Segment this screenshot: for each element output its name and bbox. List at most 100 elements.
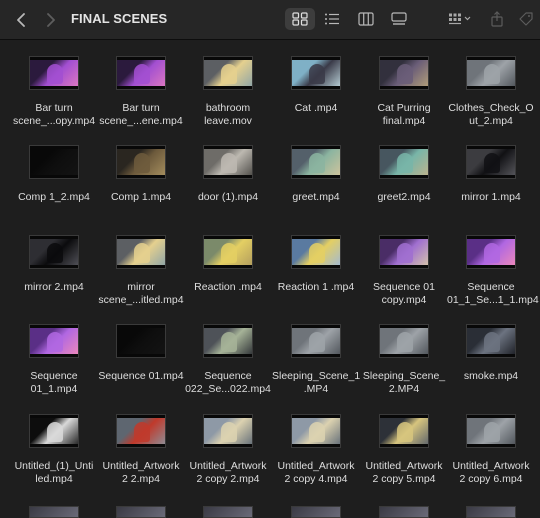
icon-view-button[interactable] bbox=[285, 8, 315, 30]
back-button[interactable] bbox=[10, 8, 34, 32]
list-view-button[interactable] bbox=[317, 8, 347, 30]
video-thumbnail bbox=[116, 235, 166, 269]
file-name: Sequence 01_1.mp4 bbox=[30, 370, 78, 395]
video-thumbnail bbox=[291, 145, 341, 179]
file-name: bathroom leave.mov bbox=[204, 102, 252, 127]
file-name: Bar turn scene_...opy.mp4 bbox=[12, 102, 96, 127]
file-name: Clothes_Check_O ut_2.mp4 bbox=[448, 102, 534, 127]
file-name: mirror 2.mp4 bbox=[24, 281, 84, 293]
file-item[interactable]: Clothes_Check_O ut_2.mp4 bbox=[447, 56, 535, 142]
file-name: Cat Purring final.mp4 bbox=[377, 102, 431, 127]
video-thumbnail bbox=[203, 324, 253, 358]
thumbnail-figure bbox=[484, 422, 500, 442]
file-item[interactable]: Sequence 01_1_Se...1_1.mp4 bbox=[447, 235, 539, 321]
file-item[interactable]: Untitled_Artwork 2 copy 6.mp4 bbox=[447, 414, 535, 500]
file-name: Untitled_Artwork 2 copy 4.mp4 bbox=[277, 460, 355, 485]
video-thumbnail bbox=[379, 506, 429, 518]
thumbnail-figure bbox=[309, 332, 325, 352]
thumbnail-figure bbox=[397, 153, 413, 173]
file-name: Sequence 01 copy.mp4 bbox=[373, 281, 435, 306]
file-item[interactable]: mirror scene_...itled.mp4 bbox=[97, 235, 185, 321]
tag-button[interactable] bbox=[514, 8, 538, 30]
thumbnail-figure bbox=[397, 64, 413, 84]
file-name: Reaction .mp4 bbox=[194, 281, 262, 293]
share-icon bbox=[491, 11, 503, 27]
file-item[interactable]: Sleeping_Scene_ 2.MP4 bbox=[360, 324, 448, 410]
video-thumbnail bbox=[203, 506, 253, 518]
file-name: greet.mp4 bbox=[292, 191, 340, 203]
file-item[interactable]: Sequence 01.mp4 bbox=[97, 324, 185, 410]
file-item[interactable]: mirror 2.mp4 bbox=[10, 235, 98, 321]
file-item-partial[interactable] bbox=[10, 506, 98, 518]
file-name: Bar turn scene_...ene.mp4 bbox=[99, 102, 183, 127]
finder-toolbar: FINAL SCENES bbox=[0, 0, 540, 40]
video-thumbnail bbox=[203, 414, 253, 448]
file-item[interactable]: Reaction 1 .mp4 bbox=[272, 235, 360, 321]
thumbnail-figure bbox=[134, 64, 150, 84]
file-item[interactable]: Comp 1.mp4 bbox=[97, 145, 185, 231]
file-item[interactable]: Untitled_Artwork 2 copy 2.mp4 bbox=[184, 414, 272, 500]
file-item-partial[interactable] bbox=[97, 506, 185, 518]
file-name: Untitled_Artwork 2 copy 5.mp4 bbox=[365, 460, 443, 485]
video-thumbnail bbox=[379, 145, 429, 179]
file-item[interactable]: mirror 1.mp4 bbox=[447, 145, 535, 231]
file-item[interactable]: Bar turn scene_...opy.mp4 bbox=[10, 56, 98, 142]
file-item[interactable]: Untitled_Artwork 2 2.mp4 bbox=[97, 414, 185, 500]
file-item[interactable]: Cat .mp4 bbox=[272, 56, 360, 142]
file-name: greet2.mp4 bbox=[377, 191, 431, 203]
video-thumbnail bbox=[29, 235, 79, 269]
file-item[interactable]: Reaction .mp4 bbox=[184, 235, 272, 321]
thumbnail-figure bbox=[309, 243, 325, 263]
video-thumbnail bbox=[291, 506, 341, 518]
thumbnail-figure bbox=[221, 422, 237, 442]
chevron-left-icon bbox=[17, 13, 25, 27]
file-name: Sleeping_Scene_1 .MP4 bbox=[272, 370, 361, 395]
thumbnail-figure bbox=[309, 153, 325, 173]
thumbnail-figure bbox=[134, 243, 150, 263]
file-name: Cat .mp4 bbox=[294, 102, 338, 114]
file-item-partial[interactable] bbox=[360, 506, 448, 518]
tag-icon bbox=[519, 12, 533, 26]
file-item[interactable]: Untitled_Artwork 2 copy 4.mp4 bbox=[272, 414, 360, 500]
file-item[interactable]: Bar turn scene_...ene.mp4 bbox=[97, 56, 185, 142]
thumbnail-figure bbox=[47, 243, 63, 263]
video-thumbnail bbox=[291, 235, 341, 269]
file-item[interactable]: greet2.mp4 bbox=[360, 145, 448, 231]
thumbnail-figure bbox=[397, 243, 413, 263]
file-item[interactable]: Sleeping_Scene_1 .MP4 bbox=[272, 324, 360, 410]
share-button[interactable] bbox=[485, 8, 509, 30]
file-item[interactable]: Untitled_(1)_Unti led.mp4 bbox=[10, 414, 98, 500]
video-thumbnail bbox=[466, 56, 516, 90]
file-item[interactable]: Untitled_Artwork 2 copy 5.mp4 bbox=[360, 414, 448, 500]
file-item[interactable]: Sequence 022_Se...022.mp4 bbox=[184, 324, 272, 410]
file-name: mirror scene_...itled.mp4 bbox=[98, 281, 184, 306]
video-thumbnail bbox=[29, 56, 79, 90]
video-thumbnail bbox=[29, 414, 79, 448]
file-item[interactable]: door (1).mp4 bbox=[184, 145, 272, 231]
file-item[interactable]: greet.mp4 bbox=[272, 145, 360, 231]
thumbnail-figure bbox=[484, 64, 500, 84]
file-name: door (1).mp4 bbox=[197, 191, 259, 203]
file-item[interactable]: bathroom leave.mov bbox=[184, 56, 272, 142]
file-name: Untitled_Artwork 2 copy 6.mp4 bbox=[452, 460, 530, 485]
file-item[interactable]: Sequence 01_1.mp4 bbox=[10, 324, 98, 410]
file-item-partial[interactable] bbox=[447, 506, 535, 518]
column-view-button[interactable] bbox=[351, 8, 381, 30]
gallery-icon bbox=[391, 12, 407, 25]
video-thumbnail bbox=[203, 145, 253, 179]
file-item[interactable]: smoke.mp4 bbox=[447, 324, 535, 410]
thumbnail-figure bbox=[221, 153, 237, 173]
video-thumbnail bbox=[203, 235, 253, 269]
group-by-button[interactable] bbox=[444, 8, 476, 30]
file-item[interactable]: Cat Purring final.mp4 bbox=[360, 56, 448, 142]
thumbnail-figure bbox=[221, 64, 237, 84]
file-item-partial[interactable] bbox=[272, 506, 360, 518]
gallery-view-button[interactable] bbox=[384, 8, 414, 30]
file-item-partial[interactable] bbox=[184, 506, 272, 518]
thumbnail-figure bbox=[484, 332, 500, 352]
file-item[interactable]: Sequence 01 copy.mp4 bbox=[360, 235, 448, 321]
file-item[interactable]: Comp 1_2.mp4 bbox=[10, 145, 98, 231]
video-thumbnail bbox=[291, 324, 341, 358]
forward-button[interactable] bbox=[38, 8, 62, 32]
video-thumbnail bbox=[291, 414, 341, 448]
